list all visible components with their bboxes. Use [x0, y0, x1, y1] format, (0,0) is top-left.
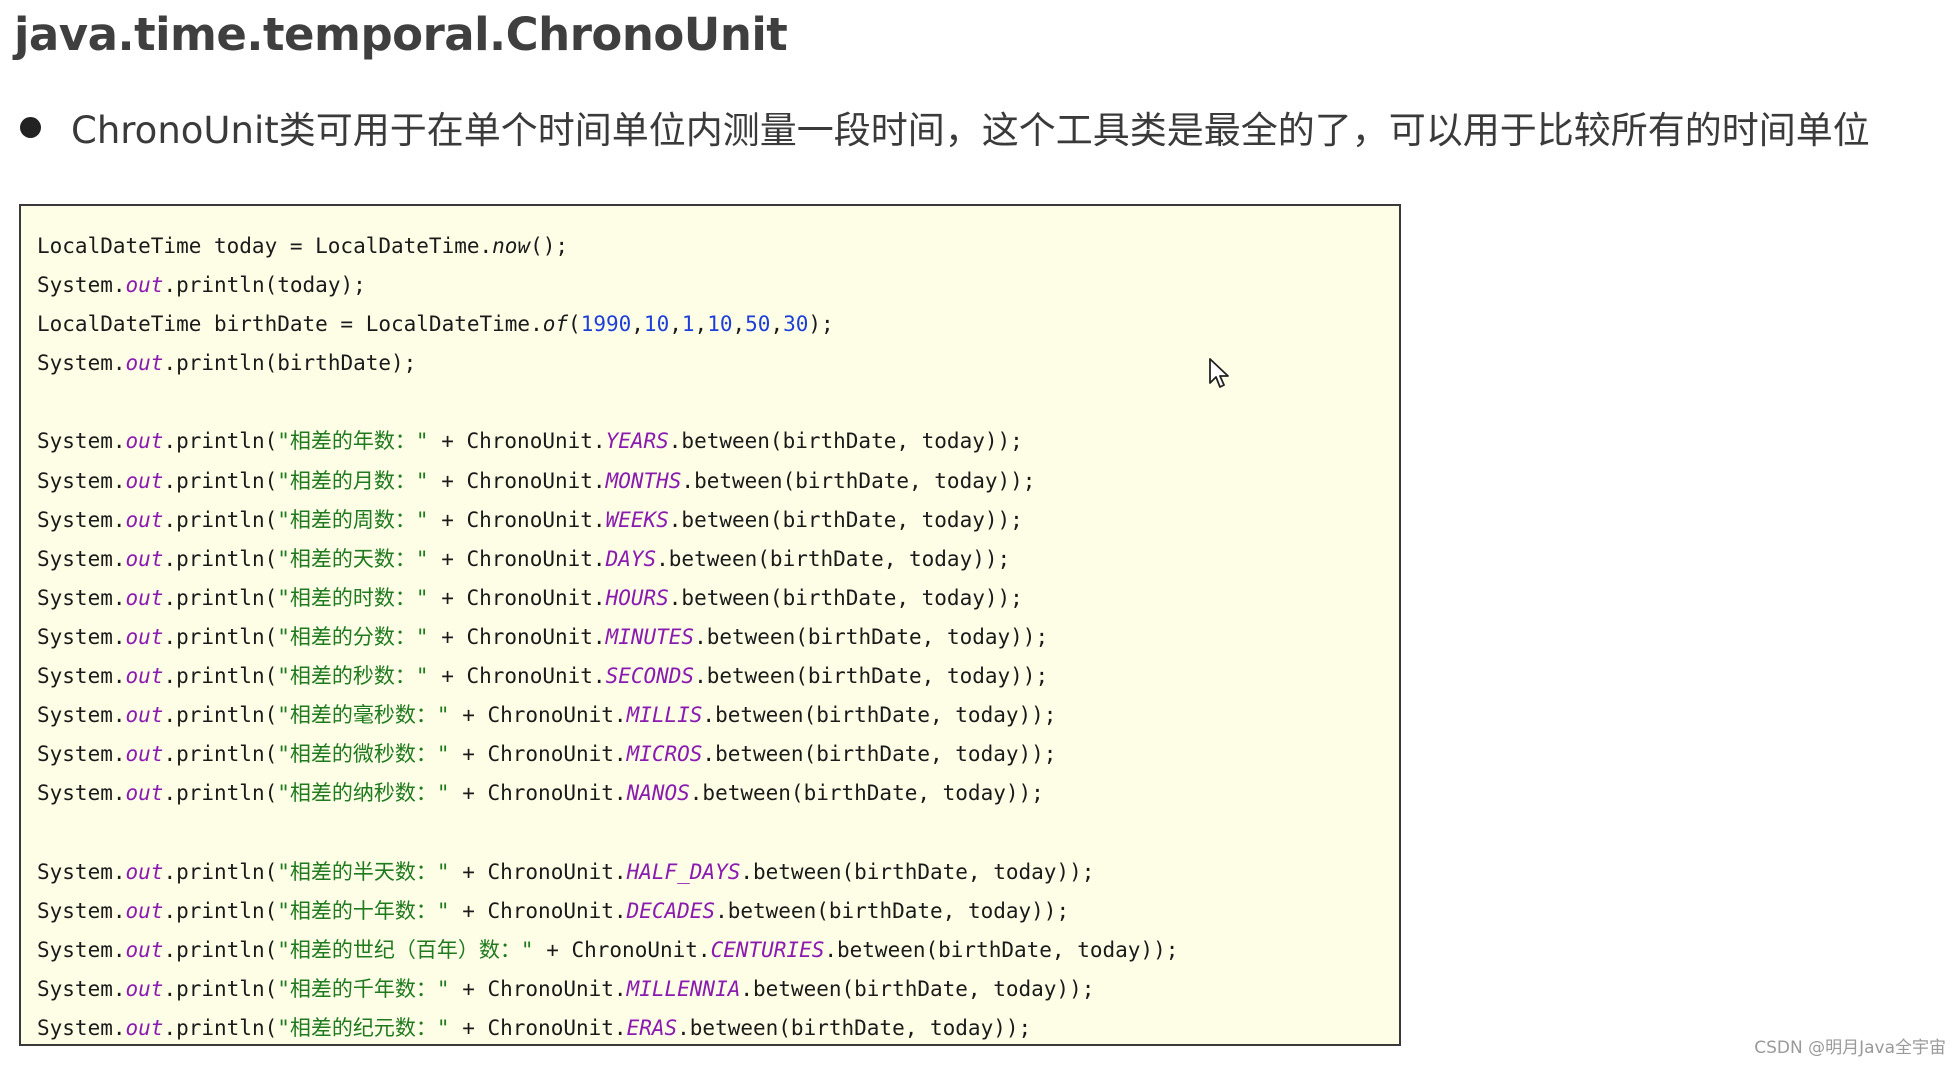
code-line: System.out.println("相差的周数：" + ChronoUnit… — [37, 507, 1023, 532]
page-title: java.time.temporal.ChronoUnit — [14, 8, 788, 61]
code-line: System.out.println("相差的毫秒数：" + ChronoUni… — [37, 703, 1057, 728]
bullet-dot-icon — [20, 116, 41, 138]
code-line: System.out.println("相差的微秒数：" + ChronoUni… — [37, 742, 1057, 767]
mouse-pointer-icon — [1209, 358, 1229, 388]
code-line: System.out.println("相差的千年数：" + ChronoUni… — [37, 976, 1095, 1001]
code-line: System.out.println("相差的年数：" + ChronoUnit… — [37, 429, 1023, 454]
code-blank-line: ​ — [37, 813, 1178, 852]
code-line: LocalDateTime birthDate = LocalDateTime.… — [37, 312, 834, 337]
code-line: System.out.println("相差的时数：" + ChronoUnit… — [37, 585, 1023, 610]
code-line: System.out.println(birthDate); — [37, 351, 417, 376]
code-line: System.out.println("相差的月数：" + ChronoUnit… — [37, 468, 1036, 493]
code-line: System.out.println("相差的纪元数：" + ChronoUni… — [37, 1015, 1032, 1040]
code-line: System.out.println("相差的纳秒数：" + ChronoUni… — [37, 781, 1044, 806]
bullet-item: ChronoUnit类可用于在单个时间单位内测量一段时间，这个工具类是最全的了，… — [18, 100, 1870, 154]
code-line: System.out.println("相差的秒数：" + ChronoUnit… — [37, 664, 1049, 689]
code-line: System.out.println(today); — [37, 273, 366, 298]
code-line: System.out.println("相差的十年数：" + ChronoUni… — [37, 898, 1070, 923]
code-line: System.out.println("相差的分数：" + ChronoUnit… — [37, 624, 1049, 649]
code-line: System.out.println("相差的天数：" + ChronoUnit… — [37, 546, 1011, 571]
code-block: LocalDateTime today = LocalDateTime.now(… — [19, 204, 1401, 1046]
code-line: LocalDateTime today = LocalDateTime.now(… — [37, 234, 569, 258]
code-lines: LocalDateTime today = LocalDateTime.now(… — [37, 227, 1178, 1048]
code-blank-line: ​ — [37, 383, 1178, 422]
code-line: System.out.println("相差的世纪（百年）数：" + Chron… — [37, 937, 1179, 962]
watermark: CSDN @明月Java全宇宙 — [1754, 1038, 1946, 1058]
bullet-text: ChronoUnit类可用于在单个时间单位内测量一段时间，这个工具类是最全的了，… — [71, 109, 1870, 152]
code-line: System.out.println("相差的半天数：" + ChronoUni… — [37, 859, 1095, 884]
